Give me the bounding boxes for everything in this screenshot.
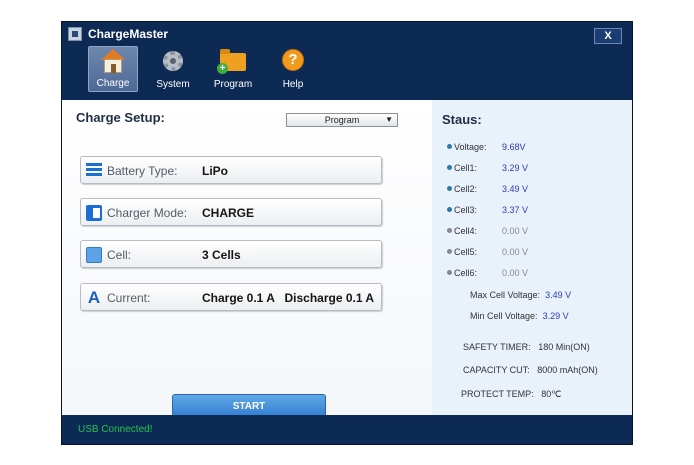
app-icon: [68, 27, 82, 41]
cell-icon: [86, 247, 102, 263]
help-icon: ?: [280, 48, 306, 74]
status-label: Cell2:: [454, 184, 478, 194]
protect-temp: PROTECT TEMP: 80℃: [461, 389, 561, 400]
charge-setup-panel: Charge Setup: Program ▼ Battery Type: Li…: [62, 100, 432, 420]
program-select-value: Program: [324, 115, 360, 125]
battery-type-value: LiPo: [202, 164, 228, 178]
status-dot-icon: [447, 270, 452, 275]
cell-label: Cell:: [107, 248, 132, 262]
min-cell-value: 3.29 V: [542, 311, 569, 321]
tab-help-label: Help: [282, 79, 304, 90]
status-dot-icon: [447, 228, 452, 233]
capacity-cut: CAPACITY CUT: 8000 mAh(ON): [463, 365, 598, 375]
window-title: ChargeMaster: [88, 27, 169, 41]
tab-system[interactable]: System: [148, 46, 198, 92]
close-button[interactable]: X: [594, 28, 622, 44]
safety-timer: SAFETY TIMER: 180 Min(ON): [463, 342, 590, 352]
safety-timer-value: 180 Min(ON): [538, 342, 590, 352]
min-cell-voltage: Min Cell Voltage: 3.29 V: [470, 311, 569, 321]
program-select[interactable]: Program ▼: [286, 113, 398, 127]
max-cell-value: 3.49 V: [545, 290, 572, 300]
charger-icon: [86, 205, 102, 221]
tab-charge[interactable]: Charge: [88, 46, 138, 92]
status-row-cell4: Cell4: 0.00 V: [447, 226, 528, 236]
status-label: Cell4:: [454, 226, 478, 236]
status-value: 3.29 V: [502, 163, 529, 173]
min-cell-label: Min Cell Voltage:: [470, 311, 538, 321]
cell-value: 3 Cells: [202, 248, 241, 262]
status-label: Cell6:: [454, 268, 478, 278]
tab-help[interactable]: ? Help: [268, 46, 318, 92]
status-bar: USB Connected!: [62, 415, 632, 444]
status-value: 0.00 V: [502, 268, 529, 278]
tab-program[interactable]: + Program: [208, 46, 258, 92]
status-row-cell5: Cell5: 0.00 V: [447, 247, 528, 257]
current-value: Charge 0.1 A Discharge 0.1 A: [202, 291, 375, 305]
usb-status: USB Connected!: [78, 424, 153, 435]
chevron-down-icon: ▼: [385, 115, 393, 124]
battery-type-field[interactable]: Battery Type: LiPo: [80, 156, 382, 184]
gear-icon: [160, 48, 186, 74]
status-value: 9.68V: [502, 142, 526, 152]
current-label: Current:: [107, 291, 151, 305]
status-label: Cell1:: [454, 163, 478, 173]
toolbar: Charge System + Program ? Help: [88, 46, 318, 92]
charge-setup-title: Charge Setup:: [76, 110, 165, 125]
battery-type-label: Battery Type:: [107, 164, 178, 178]
status-label: Cell3:: [454, 205, 478, 215]
folder-add-icon: +: [217, 48, 246, 74]
chargemaster-window: ChargeMaster X Charge System + Program ?…: [62, 22, 632, 444]
max-cell-voltage: Max Cell Voltage: 3.49 V: [470, 290, 571, 300]
charger-mode-label: Charger Mode:: [107, 206, 188, 220]
charger-mode-field[interactable]: Charger Mode: CHARGE: [80, 198, 382, 226]
tab-program-label: Program: [213, 79, 253, 90]
status-value: 3.49 V: [502, 184, 529, 194]
current-icon: A: [87, 288, 101, 307]
list-icon: [86, 163, 102, 179]
status-dot-icon: [447, 165, 452, 170]
status-row-cell2: Cell2: 3.49 V: [447, 184, 528, 194]
current-field[interactable]: A Current: Charge 0.1 A Discharge 0.1 A: [80, 283, 382, 311]
protect-temp-value: 80℃: [541, 389, 562, 399]
status-row-voltage: Voltage: 9.68V: [447, 142, 526, 152]
status-panel: Staus: Voltage: 9.68V Cell1: 3.29 V Cell2:…: [432, 100, 632, 415]
status-value: 0.00 V: [502, 247, 529, 257]
status-dot-icon: [447, 207, 452, 212]
charger-mode-value: CHARGE: [202, 206, 255, 220]
status-dot-icon: [447, 249, 452, 254]
title-bar: ChargeMaster X: [62, 22, 632, 46]
max-cell-label: Max Cell Voltage:: [470, 290, 541, 300]
tab-system-label: System: [156, 79, 190, 90]
status-value: 0.00 V: [502, 226, 529, 236]
cell-field[interactable]: Cell: 3 Cells: [80, 240, 382, 268]
protect-temp-label: PROTECT TEMP:: [461, 389, 534, 399]
capacity-cut-value: 8000 mAh(ON): [537, 365, 598, 375]
status-dot-icon: [447, 186, 452, 191]
status-dot-icon: [447, 144, 452, 149]
safety-timer-label: SAFETY TIMER:: [463, 342, 531, 352]
status-label: Cell5:: [454, 247, 478, 257]
status-row-cell3: Cell3: 3.37 V: [447, 205, 528, 215]
status-label: Voltage:: [454, 142, 487, 152]
status-row-cell1: Cell1: 3.29 V: [447, 163, 528, 173]
status-value: 3.37 V: [502, 205, 529, 215]
status-title: Staus:: [442, 112, 482, 127]
tab-charge-label: Charge: [96, 78, 130, 89]
capacity-cut-label: CAPACITY CUT:: [463, 365, 530, 375]
home-icon: [100, 49, 126, 75]
status-row-cell6: Cell6: 0.00 V: [447, 268, 528, 278]
